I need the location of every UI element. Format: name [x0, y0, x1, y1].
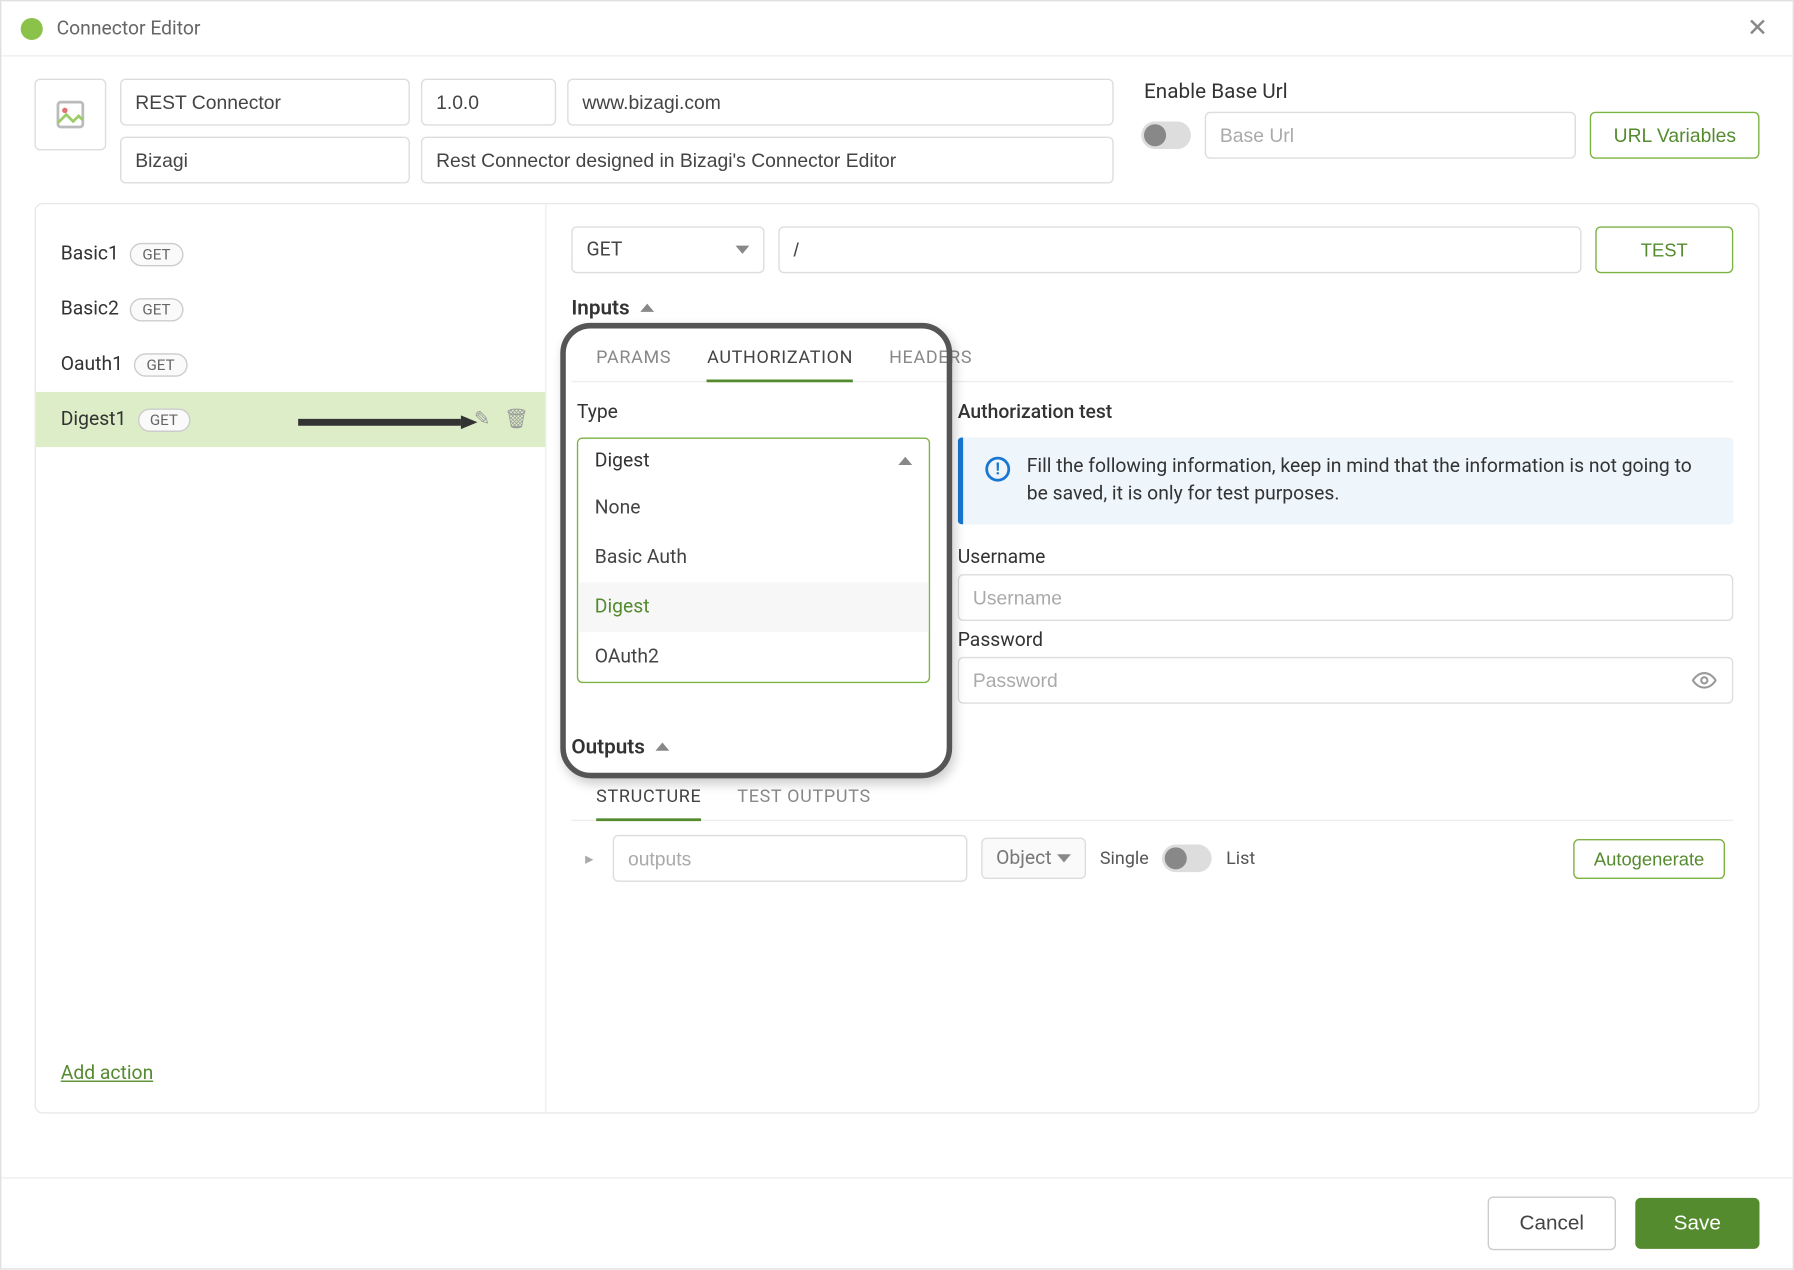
auth-test-panel: Authorization test ! Fill the following …: [958, 402, 1734, 704]
action-item-oauth1[interactable]: Oauth1 GET: [36, 337, 545, 392]
connector-editor-window: Connector Editor ✕ Enable Base Url URL V…: [0, 0, 1794, 1270]
type-label: Type: [577, 402, 930, 424]
method-badge: GET: [134, 353, 187, 376]
base-url-area: Enable Base Url URL Variables: [1141, 79, 1759, 159]
chevron-up-icon: [898, 457, 912, 465]
action-item-basic2[interactable]: Basic2 GET: [36, 282, 545, 337]
footer: Cancel Save: [1, 1177, 1792, 1268]
info-banner: ! Fill the following information, keep i…: [958, 437, 1734, 524]
auth-option-digest[interactable]: Digest: [578, 582, 929, 632]
connector-vendor-input[interactable]: [120, 137, 410, 184]
add-action-link[interactable]: Add action: [36, 1052, 545, 1099]
auth-option-oauth2[interactable]: OAuth2: [578, 632, 929, 682]
username-label: Username: [958, 547, 1734, 569]
auth-type-dropdown[interactable]: Digest None Basic Auth Digest OAuth2: [577, 437, 930, 683]
eye-icon[interactable]: [1692, 668, 1717, 698]
method-row: GET TEST: [571, 226, 1733, 273]
tab-authorization[interactable]: AUTHORIZATION: [707, 337, 853, 383]
single-list-toggle[interactable]: [1163, 845, 1213, 873]
app-logo-icon: [21, 17, 43, 39]
tab-structure[interactable]: STRUCTURE: [596, 776, 701, 822]
enable-base-url-label: Enable Base Url: [1144, 79, 1759, 104]
edit-icon[interactable]: ✎: [474, 408, 490, 430]
info-icon: !: [985, 457, 1010, 482]
outputs-section-label[interactable]: Outputs: [571, 734, 1733, 759]
save-button[interactable]: Save: [1635, 1198, 1759, 1249]
tab-params[interactable]: PARAMS: [596, 337, 671, 381]
action-item-basic1[interactable]: Basic1 GET: [36, 226, 545, 281]
inputs-section-label[interactable]: Inputs: [571, 295, 1733, 320]
method-badge: GET: [137, 408, 190, 431]
password-label: Password: [958, 630, 1734, 652]
cancel-button[interactable]: Cancel: [1488, 1196, 1616, 1250]
close-icon[interactable]: ✕: [1741, 8, 1773, 48]
auth-option-none[interactable]: None: [578, 483, 929, 533]
path-input[interactable]: [778, 226, 1581, 273]
connector-site-input[interactable]: [567, 79, 1113, 126]
action-item-digest1[interactable]: Digest1 GET ✎ 🗑: [36, 392, 545, 447]
autogenerate-button[interactable]: Autogenerate: [1573, 839, 1725, 879]
output-name-input[interactable]: [613, 835, 967, 882]
auth-type-column: Type Digest None Basic Auth Digest OAuth…: [571, 402, 930, 704]
tab-headers[interactable]: HEADERS: [889, 337, 972, 381]
method-badge: GET: [130, 297, 183, 320]
connector-version-input[interactable]: [421, 79, 556, 126]
meta-fields: [120, 79, 1114, 184]
output-tabs: STRUCTURE TEST OUTPUTS: [571, 768, 1733, 822]
auth-test-title: Authorization test: [958, 402, 1734, 424]
outputs-section: Outputs STRUCTURE TEST OUTPUTS ▸ Object: [571, 734, 1733, 882]
chevron-down-icon: [736, 246, 750, 254]
window-title: Connector Editor: [57, 17, 1742, 39]
base-url-input[interactable]: [1205, 112, 1577, 159]
expand-caret-icon[interactable]: ▸: [580, 849, 599, 868]
connector-description-input[interactable]: [421, 137, 1114, 184]
enable-base-url-toggle[interactable]: [1141, 121, 1191, 149]
list-label: List: [1226, 848, 1255, 869]
test-button[interactable]: TEST: [1595, 226, 1733, 273]
action-name: Basic2: [61, 298, 119, 320]
action-name: Oauth1: [61, 353, 123, 375]
input-tabs: PARAMS AUTHORIZATION HEADERS: [571, 328, 1733, 382]
connector-thumbnail[interactable]: [35, 79, 107, 151]
password-input[interactable]: [958, 657, 1734, 704]
username-input[interactable]: [958, 574, 1734, 621]
auth-option-basic[interactable]: Basic Auth: [578, 533, 929, 583]
action-name: Basic1: [61, 243, 119, 265]
body-area: Basic1 GET Basic2 GET Oauth1 GET Digest1…: [35, 203, 1760, 1114]
action-name: Digest1: [61, 408, 127, 430]
single-label: Single: [1100, 848, 1149, 869]
tab-test-outputs[interactable]: TEST OUTPUTS: [737, 776, 870, 820]
http-method-value: GET: [587, 239, 623, 261]
main-panel: GET TEST Inputs PARAMS AUTHORIZATION HEA…: [546, 204, 1758, 1112]
chevron-up-icon: [656, 743, 670, 751]
annotation-arrow: [298, 413, 477, 427]
auth-type-selected: Digest: [595, 450, 650, 472]
connector-name-input[interactable]: [120, 79, 410, 126]
delete-icon[interactable]: 🗑: [504, 408, 529, 430]
titlebar: Connector Editor ✕: [1, 1, 1792, 56]
output-type-select[interactable]: Object: [981, 838, 1086, 879]
chevron-up-icon: [641, 304, 655, 312]
chevron-down-icon: [1057, 854, 1071, 862]
info-message: Fill the following information, keep in …: [1027, 454, 1711, 508]
actions-sidebar: Basic1 GET Basic2 GET Oauth1 GET Digest1…: [36, 204, 547, 1112]
method-badge: GET: [130, 242, 183, 265]
http-method-select[interactable]: GET: [571, 226, 764, 273]
header-section: Enable Base Url URL Variables: [1, 57, 1792, 189]
url-variables-button[interactable]: URL Variables: [1590, 112, 1759, 159]
